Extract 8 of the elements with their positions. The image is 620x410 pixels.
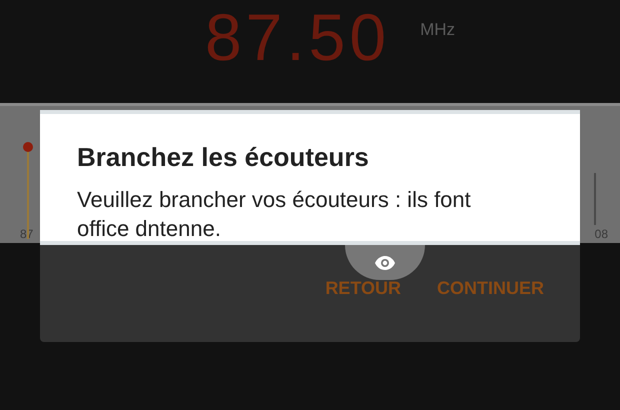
eye-icon — [374, 254, 396, 270]
tick-mark — [594, 173, 596, 225]
dialog-button[interactable]: CONTINUER — [437, 274, 544, 303]
dialog-message: Veuillez brancher vos écouteurs : ils font office dntenne. — [77, 186, 472, 243]
unit-label: MHz — [420, 20, 456, 40]
dialog-title: Branchez les écouteurs — [77, 142, 370, 173]
frequency-display: 87.50 — [204, 4, 390, 70]
dialog-button[interactable]: RETOUR — [325, 274, 401, 303]
